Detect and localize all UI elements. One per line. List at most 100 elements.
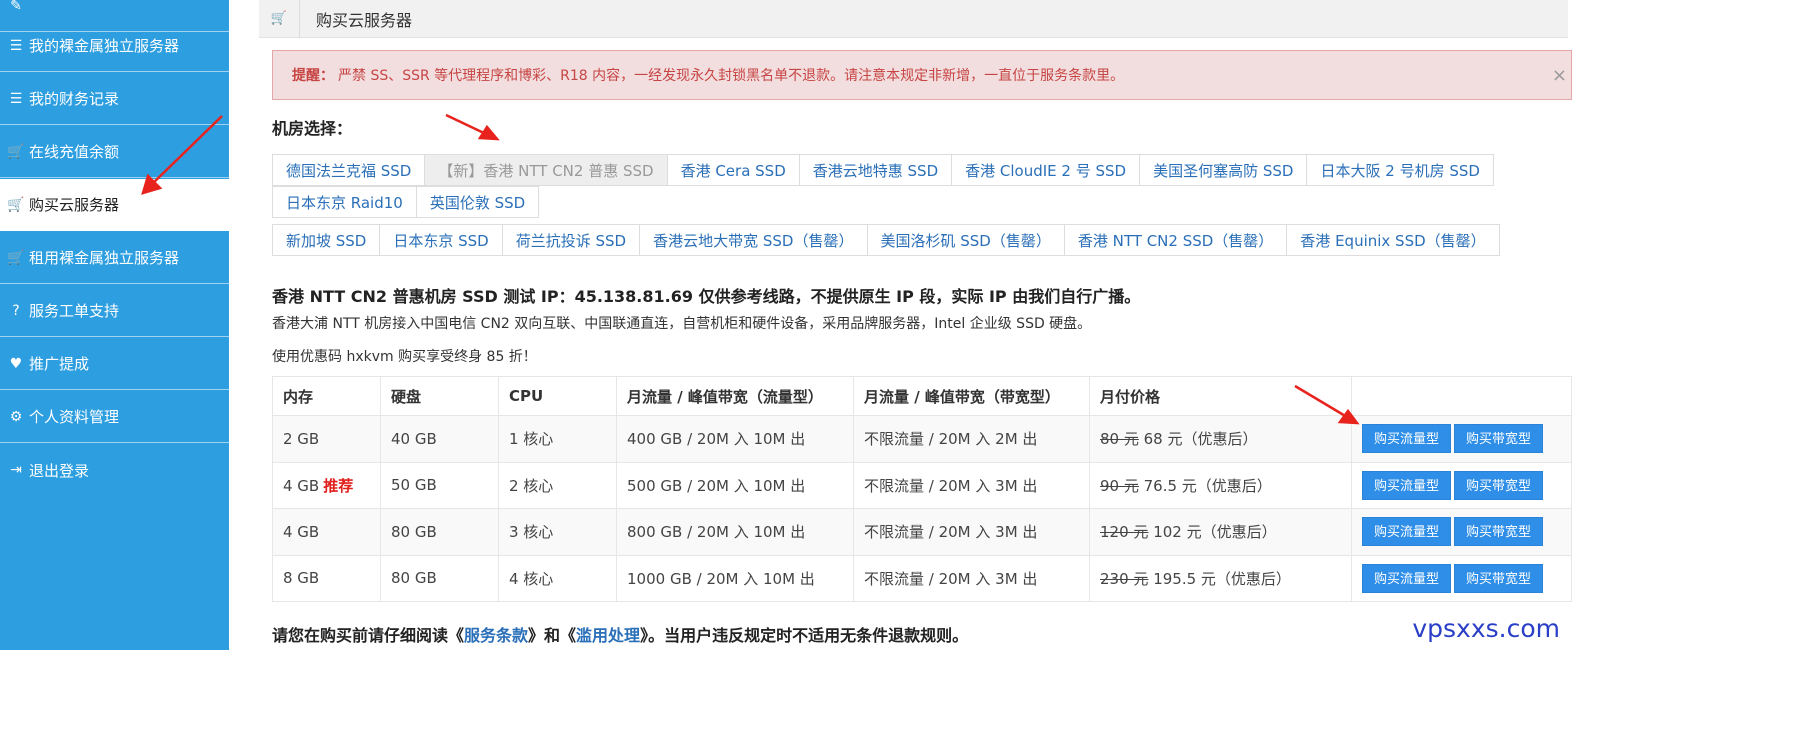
cell-bandwidth: 不限流量 / 20M 入 2M 出: [853, 415, 1090, 463]
watermark: vpsxxs.com: [1412, 614, 1560, 643]
room-tab[interactable]: 德国法兰克福 SSD: [272, 154, 426, 186]
buy-traffic-button[interactable]: 购买流量型: [1362, 563, 1452, 593]
table-row: 8 GB 80 GB 4 核心 1000 GB / 20M 入 10M 出不限流量 /…: [272, 554, 1572, 602]
col-header: 内存: [272, 376, 381, 416]
room-tab[interactable]: 美国圣何塞高防 SSD: [1139, 154, 1308, 186]
note-text: 》和《: [528, 626, 577, 645]
buy-bandwidth-button[interactable]: 购买带宽型: [1454, 563, 1544, 593]
room-description: 香港大浦 NTT 机房接入中国电信 CN2 双向互联、中国联通直连，自营机柜和硬…: [272, 316, 1092, 332]
sidebar: ✎ ☰ 我的裸金属独立服务器 ☰ 我的财务记录 🛒 在线充值余额 🛒 购买云服务…: [0, 0, 229, 650]
sidebar-item-tickets[interactable]: ? 服务工单支持: [0, 285, 229, 337]
table-row: 2 GB 40 GB 1 核心 400 GB / 20M 入 10M 出不限流量 / …: [272, 415, 1572, 463]
room-tab[interactable]: 【新】香港 NTT CN2 普惠 SSD: [424, 154, 668, 186]
sidebar-item-label: 个人资料管理: [29, 408, 120, 426]
room-tab[interactable]: 英国伦敦 SSD: [415, 186, 540, 218]
buy-traffic-button[interactable]: 购买流量型: [1362, 470, 1452, 500]
room-selection-heading: 机房选择：: [272, 119, 353, 138]
abuse-link[interactable]: 滥用处理: [576, 626, 640, 645]
cell-actions: 购买流量型 购买带宽型: [1351, 508, 1572, 556]
sidebar-item-bare-metal[interactable]: ☰ 我的裸金属独立服务器: [0, 20, 229, 72]
col-header: 硬盘: [380, 376, 499, 416]
room-tab[interactable]: 荷兰抗投诉 SSD: [501, 224, 641, 256]
buy-bandwidth-button[interactable]: 购买带宽型: [1454, 424, 1544, 454]
main-content: 🛒 购买云服务器 提醒： 严禁 SS、SSR 等代理程序和博彩、R18 内容，一…: [259, 0, 1572, 650]
cell-price: 120 元 102 元（优惠后）: [1089, 508, 1352, 556]
col-header: 月流量 / 峰值带宽（带宽型）: [853, 376, 1090, 416]
close-icon[interactable]: ×: [1552, 65, 1567, 86]
buy-traffic-button[interactable]: 购买流量型: [1362, 517, 1452, 547]
cart-icon: 🛒: [7, 143, 25, 160]
terms-link[interactable]: 服务条款: [464, 626, 528, 645]
room-tab[interactable]: 香港云地大带宽 SSD（售罄）: [639, 224, 868, 256]
discount-price: 102 元（优惠后）: [1153, 523, 1277, 542]
cell-traffic: 400 GB / 20M 入 10M 出: [616, 415, 854, 463]
cell-memory: 8 GB: [272, 554, 381, 602]
sidebar-item-label: 购买云服务器: [29, 196, 120, 214]
room-tab[interactable]: 日本东京 SSD: [379, 224, 503, 256]
memory-value: 4 GB: [283, 476, 320, 495]
sidebar-item-label: 推广提成: [29, 355, 90, 373]
plans-table: 内存 硬盘 CPU 月流量 / 峰值带宽（流量型） 月流量 / 峰值带宽（带宽型…: [272, 376, 1572, 602]
room-tabs-row2: 日本东京 Raid10 英国伦敦 SSD: [272, 186, 540, 218]
note-text: 》。当用户违反规定时不适用无条件退款规则。: [640, 626, 969, 645]
cell-traffic: 1000 GB / 20M 入 10M 出: [616, 554, 854, 602]
warning-alert: 提醒： 严禁 SS、SSR 等代理程序和博彩、R18 内容，一经发现永久封锁黑名…: [272, 50, 1572, 100]
promo-text: 使用优惠码 hxkvm 购买享受终身 85 折！: [272, 349, 537, 365]
divider: [299, 0, 300, 38]
cell-traffic: 500 GB / 20M 入 10M 出: [616, 461, 854, 509]
cart-icon: 🛒: [7, 196, 25, 213]
sidebar-item-recharge[interactable]: 🛒 在线充值余额: [0, 126, 229, 178]
room-tabs-row1: 德国法兰克福 SSD 【新】香港 NTT CN2 普惠 SSD 香港 Cera SS…: [272, 154, 1494, 186]
bars-icon: ☰: [9, 90, 23, 107]
cell-cpu: 2 核心: [498, 461, 617, 509]
room-info-title: 香港 NTT CN2 普惠机房 SSD 测试 IP：45.138.81.69 仅…: [272, 287, 1141, 306]
table-row: 4 GB 推荐 50 GB 2 核心 500 GB / 20M 入 10M 出不限流量 …: [272, 461, 1572, 509]
sidebar-item-label: 我的裸金属独立服务器: [29, 37, 180, 55]
buy-bandwidth-button[interactable]: 购买带宽型: [1454, 517, 1544, 547]
cart-icon: 🛒: [7, 249, 25, 266]
sign-out-icon: ⇥: [10, 462, 22, 478]
cell-actions: 购买流量型 购买带宽型: [1351, 461, 1572, 509]
room-tab[interactable]: 美国洛杉矶 SSD（售罄）: [866, 224, 1065, 256]
room-tab[interactable]: 日本东京 Raid10: [272, 186, 417, 218]
room-tab[interactable]: 日本大阪 2 号机房 SSD: [1306, 154, 1494, 186]
cell-price: 90 元 76.5 元（优惠后）: [1089, 461, 1352, 509]
sidebar-item-rent-bare-metal[interactable]: 🛒 租用裸金属独立服务器: [0, 232, 229, 284]
table-row: 4 GB 80 GB 3 核心 800 GB / 20M 入 10M 出不限流量 / …: [272, 508, 1572, 556]
cell-memory: 4 GB: [272, 508, 381, 556]
gear-icon: ⚙: [9, 408, 23, 425]
room-tab[interactable]: 香港 NTT CN2 SSD（售罄）: [1063, 224, 1288, 256]
sidebar-item-logout[interactable]: ⇥ 退出登录: [0, 444, 229, 496]
cell-bandwidth: 不限流量 / 20M 入 3M 出: [853, 461, 1090, 509]
cell-memory: 2 GB: [272, 415, 381, 463]
sidebar-item-affiliate[interactable]: ♥ 推广提成: [0, 338, 229, 390]
room-tab[interactable]: 香港 CloudIE 2 号 SSD: [951, 154, 1141, 186]
room-tab[interactable]: 香港 Cera SSD: [666, 154, 800, 186]
cell-cpu: 4 核心: [498, 554, 617, 602]
discount-price: 68 元（优惠后）: [1143, 430, 1258, 449]
original-price: 230 元: [1100, 569, 1149, 588]
sidebar-item-profile[interactable]: ⚙ 个人资料管理: [0, 391, 229, 443]
cell-traffic: 800 GB / 20M 入 10M 出: [616, 508, 854, 556]
cell-disk: 50 GB: [380, 461, 499, 509]
question-circle-icon: ?: [12, 302, 20, 319]
cell-memory: 4 GB 推荐: [272, 461, 381, 509]
room-tab[interactable]: 香港 Equinix SSD（售罄）: [1286, 224, 1500, 256]
room-tab[interactable]: 新加坡 SSD: [272, 224, 381, 256]
buy-traffic-button[interactable]: 购买流量型: [1362, 424, 1452, 454]
cell-bandwidth: 不限流量 / 20M 入 3M 出: [853, 508, 1090, 556]
cell-bandwidth: 不限流量 / 20M 入 3M 出: [853, 554, 1090, 602]
sidebar-item-finance[interactable]: ☰ 我的财务记录: [0, 73, 229, 125]
alert-label: 提醒：: [292, 68, 334, 84]
col-header: CPU: [498, 376, 617, 416]
cell-actions: 购买流量型 购买带宽型: [1351, 415, 1572, 463]
sidebar-item-label: 在线充值余额: [29, 143, 120, 161]
cell-disk: 80 GB: [380, 508, 499, 556]
cell-cpu: 1 核心: [498, 415, 617, 463]
memory-value: 4 GB: [283, 522, 320, 541]
room-tab[interactable]: 香港云地特惠 SSD: [798, 154, 953, 186]
sidebar-item-buy-cloud[interactable]: 🛒 购买云服务器: [0, 179, 229, 231]
sidebar-item-label: 我的财务记录: [29, 90, 120, 108]
buy-bandwidth-button[interactable]: 购买带宽型: [1454, 470, 1544, 500]
sidebar-item-label: 租用裸金属独立服务器: [29, 249, 180, 267]
